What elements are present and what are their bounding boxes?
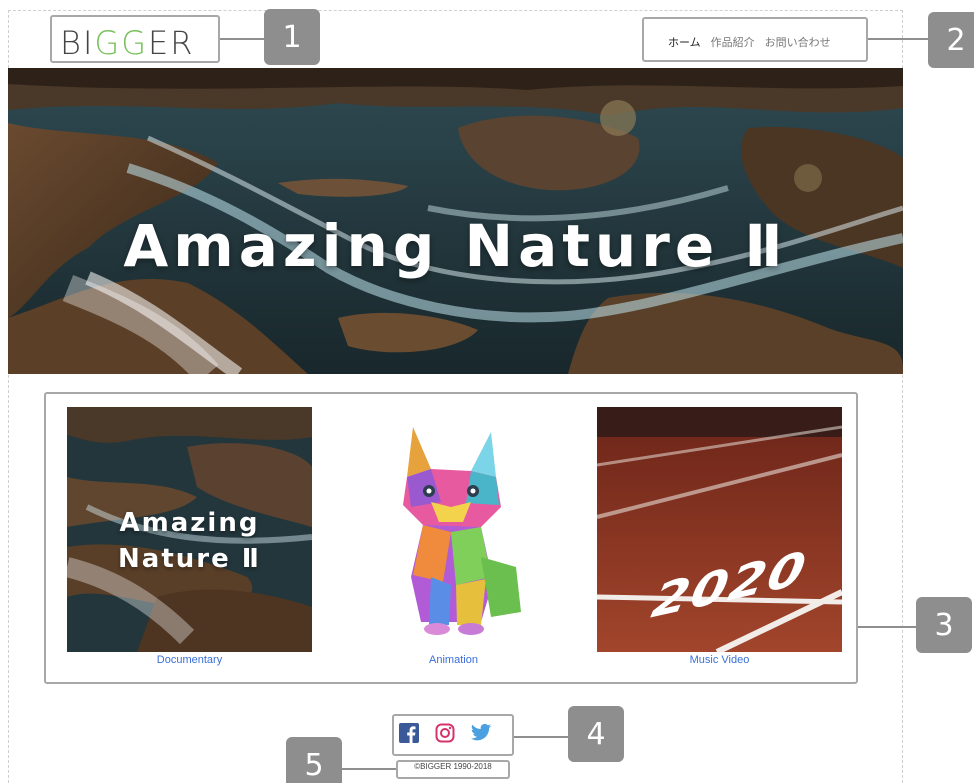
callout-box-nav — [642, 17, 868, 62]
callout-line-3 — [858, 626, 916, 628]
callout-badge-1: 1 — [264, 9, 320, 65]
hero-banner: Amazing Nature Ⅱ — [8, 68, 903, 374]
hero-title: Amazing Nature Ⅱ — [123, 212, 788, 280]
callout-box-copyright — [396, 760, 510, 779]
callout-line-5 — [342, 768, 396, 770]
callout-badge-5: 5 — [286, 737, 342, 783]
callout-box-logo — [50, 15, 220, 63]
callout-line-1 — [220, 38, 264, 40]
callout-badge-4: 4 — [568, 706, 624, 762]
callout-badge-2: 2 — [928, 12, 974, 68]
callout-badge-3: 3 — [916, 597, 972, 653]
callout-line-2 — [868, 38, 928, 40]
callout-line-4 — [514, 736, 568, 738]
callout-box-social — [392, 714, 514, 756]
callout-box-works — [44, 392, 858, 684]
